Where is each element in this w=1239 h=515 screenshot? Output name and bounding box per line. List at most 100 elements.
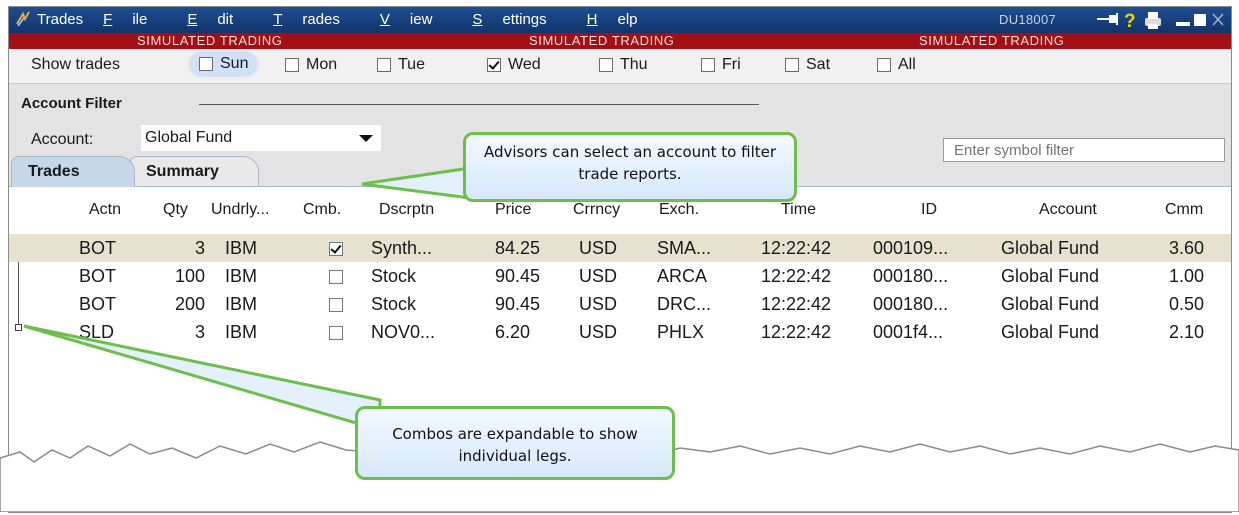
cell-price: 90.45 (495, 294, 541, 314)
pin-icon[interactable] (1095, 10, 1121, 28)
tab-trades[interactable]: Trades (11, 156, 135, 187)
menu-settings[interactable]: Settings (472, 11, 566, 28)
day-label: Thu (620, 56, 648, 73)
day-label: Sat (806, 56, 831, 73)
help-icon[interactable]: ? (1123, 10, 1139, 30)
checkbox[interactable] (377, 58, 391, 72)
checkbox[interactable] (877, 58, 891, 72)
account-label: Account: (31, 131, 94, 148)
menu-edit[interactable]: Edit (187, 11, 253, 28)
column-header[interactable]: Account (1039, 201, 1097, 219)
day-label: All (898, 56, 916, 73)
cell-commission: 3.60 (1169, 238, 1205, 258)
cell-account: Global Fund (1001, 238, 1100, 258)
cell-qty: 200 (174, 294, 205, 314)
cell-account: Global Fund (1001, 294, 1100, 314)
day-checkbox-all[interactable]: All (877, 56, 916, 74)
cell-underlying: IBM (225, 266, 258, 286)
cell-account: Global Fund (1001, 322, 1100, 342)
account-id-label: DU18007 (999, 12, 1057, 27)
table-row[interactable]: BOT 200 IBM Stock 90.45 USD DRC... 12:22… (9, 290, 1231, 318)
cell-commission: 1.00 (1169, 266, 1205, 286)
symbol-filter-input[interactable] (943, 138, 1225, 162)
cell-price: 84.25 (495, 238, 541, 258)
callout-combos: Combos are expandable to show individual… (355, 406, 675, 480)
print-icon[interactable] (1143, 10, 1163, 30)
day-checkbox-fri[interactable]: Fri (701, 56, 741, 74)
close-icon[interactable] (1211, 10, 1225, 28)
account-dropdown-value: Global Fund (145, 129, 233, 146)
cell-time: 12:22:42 (761, 322, 832, 342)
column-header[interactable]: ID (921, 201, 937, 219)
checkbox[interactable] (785, 58, 799, 72)
cell-id: 000180... (873, 266, 949, 286)
account-dropdown[interactable]: Global Fund (141, 125, 381, 151)
maximize-icon[interactable] (1193, 10, 1207, 28)
column-header[interactable]: Price (495, 201, 531, 219)
day-checkbox-thu[interactable]: Thu (599, 56, 648, 74)
checkbox[interactable] (199, 57, 213, 71)
show-trades-row: Show trades Sun Mon Tue Wed Thu Fri Sat (9, 49, 1231, 83)
menu-trades[interactable]: Trades (273, 11, 360, 28)
checkbox[interactable] (701, 58, 715, 72)
column-header[interactable]: Time (781, 201, 816, 219)
column-header[interactable]: Actn (89, 201, 121, 219)
day-checkbox-sat[interactable]: Sat (785, 56, 830, 74)
tab-label: Trades (28, 163, 80, 180)
checkbox[interactable] (599, 58, 613, 72)
column-header[interactable]: Undrly... (211, 201, 269, 219)
day-checkbox-tue[interactable]: Tue (377, 56, 425, 74)
cell-currency: USD (579, 238, 618, 258)
tab-label: Summary (146, 163, 219, 180)
column-header[interactable]: Exch. (659, 201, 699, 219)
cell-exchange: ARCA (657, 266, 708, 286)
cell-underlying: IBM (225, 294, 258, 314)
day-checkbox-mon[interactable]: Mon (285, 56, 337, 74)
account-filter-title: Account Filter (21, 95, 122, 112)
cell-id: 000109... (873, 238, 949, 258)
cell-commission: 0.50 (1169, 294, 1205, 314)
checkbox-checked[interactable] (487, 58, 501, 72)
sim-banner-text: SIMULATED TRADING (137, 33, 283, 48)
menu-view[interactable]: View (380, 11, 453, 28)
day-checkbox-sun[interactable]: Sun (191, 53, 257, 75)
cell-action: BOT (79, 266, 117, 286)
cell-exchange: PHLX (657, 322, 705, 342)
app-icon (16, 11, 30, 27)
cell-price: 90.45 (495, 266, 541, 286)
cell-id: 0001f4... (873, 322, 944, 342)
table-row[interactable]: BOT 3 IBM Synth... 84.25 USD SMA... 12:2… (9, 234, 1231, 262)
column-header[interactable]: Crrncy (573, 201, 620, 219)
column-header[interactable]: Qty (163, 201, 188, 219)
svg-text:?: ? (1124, 11, 1136, 30)
column-header[interactable]: Cmb. (303, 201, 341, 219)
cell-description: Stock (371, 266, 417, 286)
cell-id: 000180... (873, 294, 949, 314)
cell-description: Synth... (371, 238, 433, 258)
cell-action: BOT (79, 238, 117, 258)
table-row[interactable]: BOT 100 IBM Stock 90.45 USD ARCA 12:22:4… (9, 262, 1231, 290)
callout-pointer (23, 324, 382, 433)
column-header[interactable]: Cmm (1165, 201, 1203, 219)
cell-currency: USD (579, 294, 618, 314)
cell-description: Stock (371, 294, 417, 314)
sim-banner-text: SIMULATED TRADING (529, 33, 675, 48)
menu-file[interactable]: File (103, 11, 167, 28)
day-label: Sun (220, 55, 249, 72)
day-checkbox-wed[interactable]: Wed (487, 56, 541, 74)
day-label: Fri (722, 56, 741, 73)
combo-checkbox (329, 270, 343, 284)
divider (199, 104, 759, 105)
cell-price: 6.20 (495, 322, 531, 342)
cell-time: 12:22:42 (761, 238, 832, 258)
cell-currency: USD (579, 266, 618, 286)
chevron-down-icon[interactable] (359, 135, 373, 142)
combo-checkbox-checked (329, 242, 343, 256)
cell-exchange: SMA... (657, 238, 712, 258)
menu-help[interactable]: Help (587, 11, 658, 28)
cell-time: 12:22:42 (761, 266, 832, 286)
minimize-icon[interactable] (1175, 10, 1191, 28)
tab-summary[interactable]: Summary (129, 156, 259, 187)
checkbox[interactable] (285, 58, 299, 72)
callout-account-filter: Advisors can select an account to filter… (463, 132, 797, 202)
